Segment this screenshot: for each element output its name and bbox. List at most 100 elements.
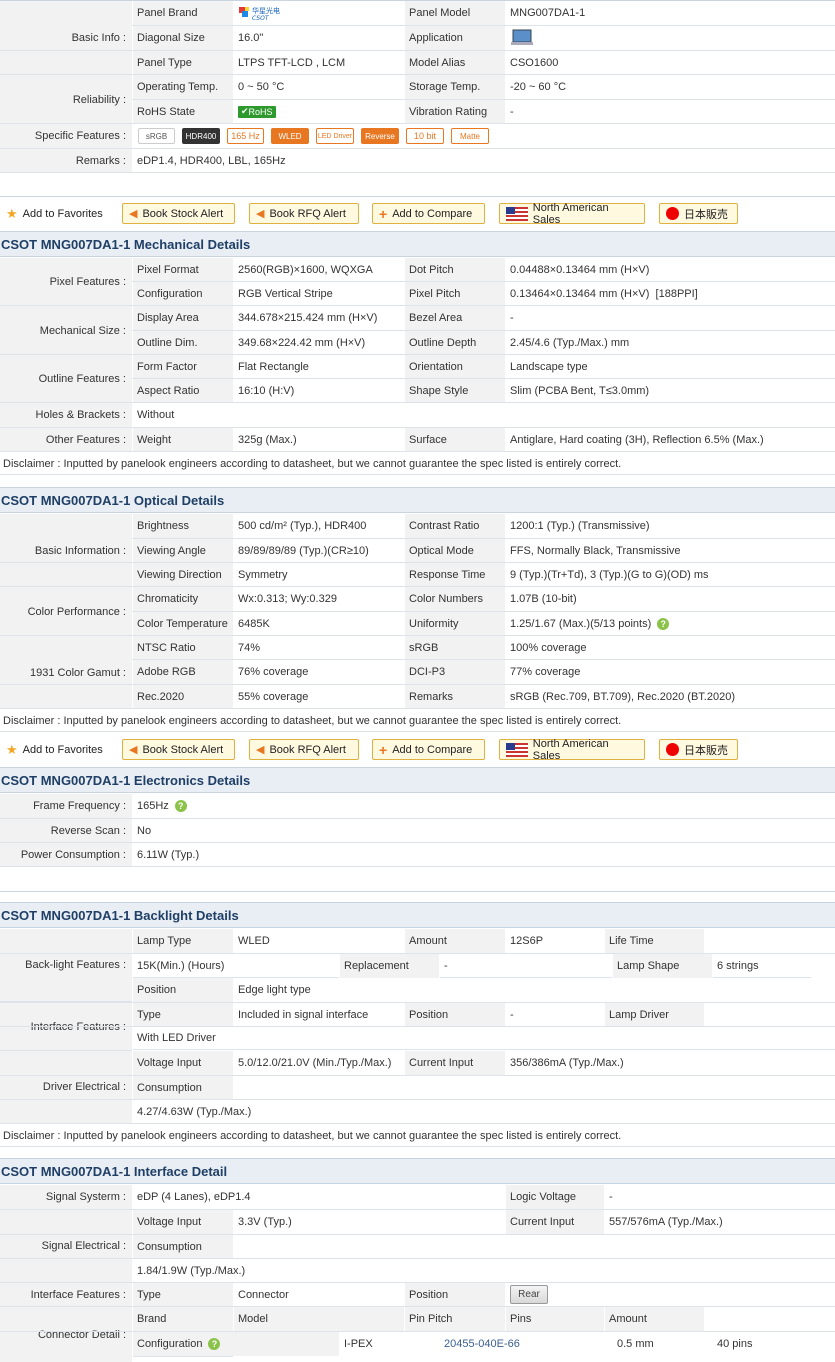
north-american-sales-button[interactable]: North American Sales [499,201,645,226]
matte-badge-icon[interactable]: Matte [451,128,489,144]
mech-row-7: Holes & Brackets : Without [0,403,835,428]
us-flag-icon [506,206,528,221]
help-icon[interactable]: ? [657,617,670,630]
frame-frequency-label: Frame Frequency : [0,794,132,818]
rear-position-button[interactable]: Rear [510,1285,548,1304]
backlight-section-title: CSOT MNG007DA1-1 Backlight Details [0,902,835,928]
form-factor-value: Flat Rectangle [234,355,404,378]
if-type-value: Connector [234,1283,404,1306]
bl-position2-key: Position [405,1003,505,1026]
help-icon[interactable]: ? [174,800,187,812]
rohs-value: ✔ RoHS [234,100,404,123]
storage-temp-key: Storage Temp. [405,75,505,99]
elec-row-1: Frame Frequency : 165Hz ? [0,794,835,819]
if-row-2: Signal Electrical : Voltage Input 3.3V (… [0,1210,835,1283]
weight-value: 325g (Max.) [234,428,404,451]
add-to-compare-label: Add to Compare [392,207,473,220]
dot-pitch-key: Dot Pitch [405,258,505,281]
add-to-favorites-button[interactable]: ★ Add to Favorites [0,739,110,760]
holes-brackets-label: Holes & Brackets : [0,403,132,427]
diagonal-key: Diagonal Size [133,26,233,50]
rec2020-value: 55% coverage [234,685,404,708]
pin-pitch-key: Pin Pitch [405,1307,505,1331]
us-flag-icon [506,742,528,757]
book-stock-alert-button[interactable]: ◀ Book Stock Alert [122,739,235,760]
bl-current-key: Current Input [405,1051,505,1075]
japan-sales-button[interactable]: 日本販売 [659,739,738,760]
csot-logo-icon: 华星光电 CSOT [239,6,280,22]
brand-key: Brand [133,1307,233,1331]
power-consumption-value: 6.11W (Typ.) [133,843,835,866]
elec-row-2: Reverse Scan : No [0,819,835,843]
if-consumption-key: Consumption [133,1235,233,1258]
connector-blank-cell [133,1356,233,1362]
application-key: Application [405,26,505,50]
remarks-label: Remarks : [0,149,132,172]
ntsc-key: NTSC Ratio [133,636,233,659]
frame-frequency-cell: 165Hz ? [133,794,835,818]
mech-row-6: Aspect Ratio 16:10 (H:V) Shape Style Sli… [0,379,835,403]
outline-depth-value: 2.45/4.6 (Typ./Max.) mm [506,331,835,354]
application-value[interactable] [506,26,835,50]
165hz-badge-icon[interactable]: 165 Hz [227,128,264,144]
pixel-pitch-key: Pixel Pitch [405,282,505,305]
op-temp-value: 0 ~ 50 °C [234,75,404,99]
pixel-pitch-value: 0.13464×0.13464 mm (H×V) [188PPI] [506,282,835,305]
japan-sales-button[interactable]: 日本販売 [659,203,738,224]
add-to-compare-button[interactable]: + Add to Compare [372,203,485,224]
lamp-driver-value: With LED Driver [133,1027,835,1050]
bl-row-6: Driver Electrical : Voltage Input 5.0/12… [0,1051,835,1124]
mechanical-section-title: CSOT MNG007DA1-1 Mechanical Details [0,231,835,257]
uniformity-cell: 1.25/1.67 (Max.)(5/13 points) ? [506,612,835,635]
reverse-scan-label: Reverse Scan : [0,819,132,842]
led-driver-badge-icon[interactable]: LED Driver [316,128,354,144]
aspect-ratio-value: 16:10 (H:V) [234,379,404,402]
bl-row-7: Consumption [0,1075,835,1099]
dot-pitch-value: 0.04488×0.13464 mm (H×V) [506,258,835,281]
add-to-compare-button[interactable]: + Add to Compare [372,739,485,760]
book-rfq-alert-button[interactable]: ◀ Book RFQ Alert [249,203,359,224]
10bit-badge-icon[interactable]: 10 bit [406,128,444,144]
color-temperature-key: Color Temperature [133,612,233,635]
brand-logo[interactable]: 华星光电 CSOT [234,1,404,25]
shape-style-key: Shape Style [405,379,505,402]
wled-badge-icon[interactable]: WLED [271,128,309,144]
vibration-key: Vibration Rating [405,100,505,123]
add-to-favorites-button[interactable]: ★ Add to Favorites [0,203,110,224]
megaphone-icon: ◀ [256,208,265,220]
outline-dim-key: Outline Dim. [133,331,233,354]
help-icon[interactable]: ? [208,1338,221,1350]
power-consumption-label: Power Consumption : [0,843,132,866]
if-row-5: Interface Features : Type Connector Posi… [0,1283,835,1307]
chromaticity-value: Wx:0.313; Wy:0.329 [234,587,404,611]
srgb-badge-icon[interactable]: sRGB [138,128,175,144]
book-stock-alert-button[interactable]: ◀ Book Stock Alert [122,203,235,224]
specific-features-row: Specific Features : sRGB HDR400 165 Hz W… [0,124,835,149]
north-american-sales-button[interactable]: North American Sales [499,738,645,762]
mech-row-4: Outline Dim. 349.68×224.42 mm (H×V) Outl… [0,331,835,355]
basic-row-2: Diagonal Size 16.0" Application [0,26,835,51]
add-to-favorites-label: Add to Favorites [22,207,103,220]
rohs-key: RoHS State [133,100,233,123]
signal-system-value: eDP (4 Lanes), eDP1.4 [133,1185,505,1209]
lamp-driver-key: Lamp Driver [605,1003,704,1026]
hdr400-badge-icon[interactable]: HDR400 [182,128,220,144]
brightness-value: 500 cd/m² (Typ.), HDR400 [234,514,404,538]
reverse-badge-icon[interactable]: Reverse [361,128,399,144]
if-interface-features-label: Interface Features : [0,1283,132,1306]
surface-value: Antiglare, Hard coating (3H), Reflection… [506,428,835,451]
bl-voltage-value: 5.0/12.0/21.0V (Min./Typ./Max.) [234,1051,404,1075]
bl-type-key: Type [133,1003,233,1026]
if-row-4: 1.84/1.9W (Typ./Max.) [0,1258,835,1283]
north-american-sales-label: North American Sales [532,201,609,226]
basic-row-3: Panel Type LTPS TFT-LCD , LCM Model Alia… [0,51,835,75]
if-current-value: 557/576mA (Typ./Max.) [605,1210,835,1234]
connector-model-link[interactable]: 20455-040E-66 [440,1332,612,1356]
viewing-angle-value: 89/89/89/89 (Typ.)(CR≥10) [234,539,404,562]
op-temp-key: Operating Temp. [133,75,233,99]
interface-section-title: CSOT MNG007DA1-1 Interface Detail [0,1158,835,1184]
book-rfq-alert-button[interactable]: ◀ Book RFQ Alert [249,739,359,760]
optical-remarks-key: Remarks [405,685,505,708]
bezel-area-value: - [506,306,835,330]
optical-disclaimer: Disclaimer : Inputted by panelook engine… [0,710,835,732]
